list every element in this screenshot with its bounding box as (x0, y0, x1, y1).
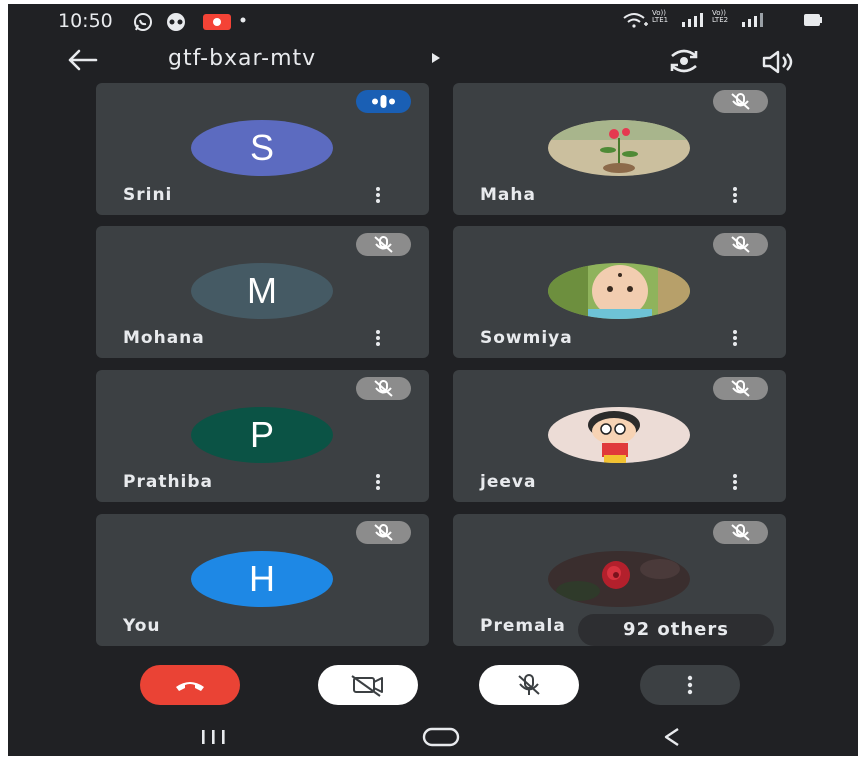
participant-name: Mohana (123, 328, 205, 348)
status-time: 10:50 (58, 10, 113, 32)
meeting-top-bar: gtf-bxar-mtv (8, 40, 858, 84)
avatar-photo-baby (548, 263, 690, 319)
more-vert-icon[interactable] (729, 473, 741, 491)
participant-tile[interactable]: P Prathiba (96, 370, 429, 502)
speaking-indicator (356, 90, 411, 113)
avatar-photo-rose (548, 551, 690, 607)
dot-icon (240, 17, 246, 23)
mic-muted-badge (713, 521, 768, 544)
participant-name: Srini (123, 185, 173, 205)
lte1-signal-icon: Vo)) LTE1 (652, 10, 712, 32)
meeting-code[interactable]: gtf-bxar-mtv (168, 46, 316, 71)
caret-right-icon[interactable] (432, 53, 440, 63)
home-icon[interactable] (420, 726, 464, 748)
mic-off-icon (518, 674, 540, 695)
wifi-icon (623, 13, 648, 28)
participant-name: Premala (480, 616, 566, 636)
participant-name: You (123, 616, 161, 636)
battery-icon (804, 14, 822, 26)
participant-tile[interactable]: jeeva (453, 370, 786, 502)
avatar-photo-cartoon (548, 407, 690, 463)
avatar: P (191, 407, 333, 463)
more-vert-icon[interactable] (372, 329, 384, 347)
more-vert-icon[interactable] (372, 186, 384, 204)
more-options-icon (687, 675, 693, 695)
mic-muted-badge (713, 90, 768, 113)
whatsapp-icon (134, 13, 152, 31)
status-bar: 10:50 Vo)) LTE1 Vo)) LTE2 (8, 4, 858, 36)
end-call-button[interactable] (140, 665, 240, 705)
back-icon[interactable] (660, 726, 684, 748)
end-call-icon (176, 682, 204, 691)
flip-camera-icon[interactable] (666, 48, 702, 74)
participant-tile-self[interactable]: H You (96, 514, 429, 646)
speaker-icon[interactable] (760, 50, 800, 74)
avatar-photo-flower (548, 120, 690, 176)
recent-apps-icon[interactable] (196, 728, 232, 746)
more-options-button[interactable] (640, 665, 740, 705)
more-vert-icon[interactable] (372, 473, 384, 491)
avatar: S (191, 120, 333, 176)
mic-muted-badge (713, 377, 768, 400)
lte2-label: Vo)) LTE2 (712, 9, 729, 24)
camera-toggle-button[interactable] (318, 665, 418, 705)
back-arrow-icon[interactable] (66, 48, 100, 72)
more-vert-icon[interactable] (729, 329, 741, 347)
more-vert-icon[interactable] (729, 186, 741, 204)
lte2-signal-icon: Vo)) LTE2 (712, 10, 772, 32)
participant-name: Sowmiya (480, 328, 573, 348)
participant-tile[interactable]: M Mohana (96, 226, 429, 358)
avatar: H (191, 551, 333, 607)
phone-screen: 10:50 Vo)) LTE1 Vo)) LTE2 gtf-bxar-mtv S… (8, 4, 858, 756)
participant-name: Prathiba (123, 472, 214, 492)
participant-name: jeeva (480, 472, 537, 492)
mic-muted-badge (713, 233, 768, 256)
participant-tile[interactable]: Sowmiya (453, 226, 786, 358)
lte1-label: Vo)) LTE1 (652, 9, 669, 24)
participant-tile[interactable]: S Srini (96, 83, 429, 215)
mic-muted-badge (356, 521, 411, 544)
participant-name: Maha (480, 185, 536, 205)
participant-tile[interactable]: Maha (453, 83, 786, 215)
others-count-pill[interactable]: 92 others (578, 614, 774, 646)
system-nav-bar (8, 716, 858, 756)
messenger-icon (167, 13, 185, 31)
youtube-icon (203, 14, 231, 30)
avatar: M (191, 263, 333, 319)
mic-muted-badge (356, 377, 411, 400)
mic-muted-badge (356, 233, 411, 256)
video-off-icon (351, 675, 383, 697)
microphone-toggle-button[interactable] (479, 665, 579, 705)
